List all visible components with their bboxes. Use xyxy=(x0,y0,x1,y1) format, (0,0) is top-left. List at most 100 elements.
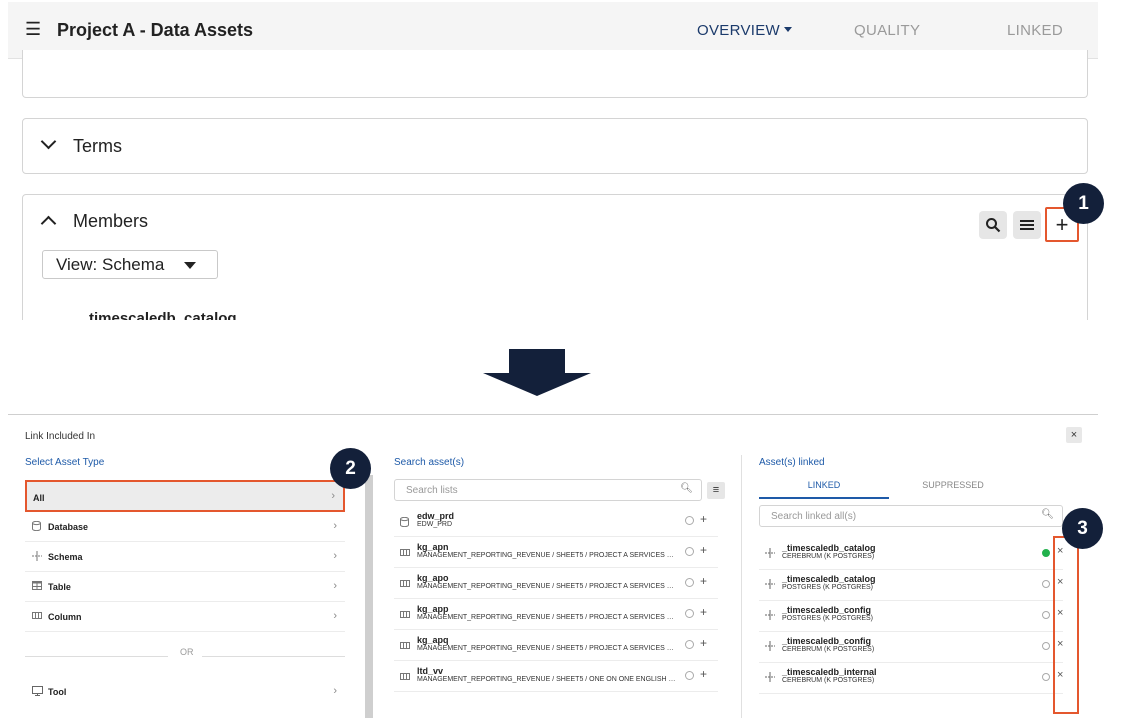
tab-quality[interactable]: QUALITY xyxy=(854,22,920,39)
search-icon: 🔍︎ xyxy=(680,483,693,494)
asset-type-label: Column xyxy=(48,612,82,622)
linked-row[interactable]: _timescaledb_catalog POSTGRES (K POSTGRE… xyxy=(759,570,1063,601)
schema-icon xyxy=(765,610,775,623)
asset-type-label: Database xyxy=(48,522,89,532)
monitor-icon xyxy=(32,686,43,699)
assets-linked-heading: Asset(s) linked xyxy=(759,457,825,468)
list-options-button[interactable]: ≡ xyxy=(707,482,725,499)
list-view-button[interactable] xyxy=(1013,211,1041,239)
chevron-down-icon[interactable] xyxy=(40,133,57,150)
linked-row[interactable]: _timescaledb_config CEREBRUM (K POSTGRES… xyxy=(759,632,1063,663)
page-title: Project A - Data Assets xyxy=(57,20,254,40)
search-icon: 🔍︎ xyxy=(1041,509,1054,520)
linked-row[interactable]: _timescaledb_internal CEREBRUM (K POSTGR… xyxy=(759,663,1063,694)
members-section: Members + View: Schema timescaledb_catal… xyxy=(22,194,1088,320)
asset-row[interactable]: kg_app MANAGEMENT_REPORTING_REVENUE / SH… xyxy=(394,600,718,630)
column-icon xyxy=(400,641,410,651)
asset-type-table[interactable]: Table › xyxy=(25,572,345,602)
asset-name: kg_apo xyxy=(417,573,449,583)
tab-linked[interactable]: LINKED xyxy=(759,477,889,499)
asset-page-panel: ☰ Project A - Data Assets OVERVIEW QUALI… xyxy=(8,0,1098,320)
column-icon xyxy=(400,672,410,682)
asset-row[interactable]: ltd_vv MANAGEMENT_REPORTING_REVENUE / SH… xyxy=(394,662,718,692)
add-icon[interactable]: + xyxy=(700,636,707,650)
scrollbar[interactable] xyxy=(365,475,373,718)
database-icon xyxy=(400,516,409,529)
add-icon[interactable]: + xyxy=(700,605,707,619)
list-icon xyxy=(1020,220,1034,230)
schema-icon xyxy=(32,551,42,564)
asset-path: EDW_PRD xyxy=(417,521,453,528)
asset-row[interactable]: kg_apn MANAGEMENT_REPORTING_REVENUE / SH… xyxy=(394,538,718,568)
check-circle-icon xyxy=(1042,549,1050,557)
linked-name: _timescaledb_config xyxy=(782,605,872,615)
dialog-title: Link Included In xyxy=(25,431,96,442)
linked-path: CEREBRUM (K POSTGRES) xyxy=(782,553,875,560)
column-divider xyxy=(741,455,742,718)
asset-name: edw_prd xyxy=(417,511,455,521)
linked-name: _timescaledb_catalog xyxy=(782,543,876,553)
chevron-right-icon: › xyxy=(333,520,337,532)
asset-path: MANAGEMENT_REPORTING_REVENUE / SHEET5 / … xyxy=(417,614,679,621)
select-radio[interactable] xyxy=(685,516,694,525)
search-assets-heading: Search asset(s) xyxy=(394,457,465,468)
column-icon xyxy=(400,579,410,589)
step-badge-2: 2 xyxy=(330,448,371,489)
status-circle-icon xyxy=(1042,642,1050,650)
linked-path: CEREBRUM (K POSTGRES) xyxy=(782,646,875,653)
tab-overview[interactable]: OVERVIEW xyxy=(697,22,780,39)
chevron-down-icon[interactable] xyxy=(784,27,792,32)
step-badge-1: 1 xyxy=(1063,183,1104,224)
asset-type-database[interactable]: Database › xyxy=(25,512,345,542)
terms-section[interactable]: Terms xyxy=(22,118,1088,174)
asset-type-all[interactable]: All › xyxy=(25,480,345,512)
select-radio[interactable] xyxy=(685,609,694,618)
select-radio[interactable] xyxy=(685,547,694,556)
menu-icon[interactable]: ☰ xyxy=(25,20,41,38)
add-icon[interactable]: + xyxy=(700,543,707,557)
asset-path: MANAGEMENT_REPORTING_REVENUE / SHEET5 / … xyxy=(417,552,679,559)
asset-path: MANAGEMENT_REPORTING_REVENUE / SHEET5 / … xyxy=(417,583,679,590)
select-radio[interactable] xyxy=(685,640,694,649)
linked-name: _timescaledb_internal xyxy=(782,667,877,677)
asset-name: kg_apn xyxy=(417,542,449,552)
asset-row[interactable]: edw_prd EDW_PRD + xyxy=(394,507,718,537)
search-lists-placeholder: Search lists xyxy=(406,485,458,496)
asset-type-column[interactable]: Column › xyxy=(25,602,345,632)
asset-name: kg_app xyxy=(417,604,449,614)
add-icon[interactable]: + xyxy=(700,574,707,588)
select-radio[interactable] xyxy=(685,578,694,587)
asset-type-label: Tool xyxy=(48,687,67,697)
linked-name: _timescaledb_config xyxy=(782,636,872,646)
tab-suppressed[interactable]: SUPPRESSED xyxy=(893,477,1013,493)
asset-row[interactable]: kg_apq MANAGEMENT_REPORTING_REVENUE / SH… xyxy=(394,631,718,661)
close-button[interactable]: × xyxy=(1066,427,1082,443)
column-icon xyxy=(400,548,410,558)
chevron-right-icon: › xyxy=(333,580,337,592)
add-icon[interactable]: + xyxy=(700,512,707,526)
search-button[interactable] xyxy=(979,211,1007,239)
member-item[interactable]: timescaledb_catalog xyxy=(89,310,237,320)
search-linked-input[interactable]: Search linked all(s) 🔍︎ xyxy=(759,505,1063,527)
asset-type-tool[interactable]: Tool › xyxy=(25,677,345,707)
search-lists-input[interactable]: Search lists 🔍︎ xyxy=(394,479,702,501)
select-radio[interactable] xyxy=(685,671,694,680)
schema-icon xyxy=(765,672,775,685)
linked-row[interactable]: _timescaledb_config POSTGRES (K POSTGRES… xyxy=(759,601,1063,632)
asset-type-label: Schema xyxy=(48,552,83,562)
step-badge-3: 3 xyxy=(1062,508,1103,549)
chevron-up-icon[interactable] xyxy=(40,215,57,232)
linked-path: POSTGRES (K POSTGRES) xyxy=(782,615,874,622)
asset-type-schema[interactable]: Schema › xyxy=(25,542,345,572)
asset-path: MANAGEMENT_REPORTING_REVENUE / SHEET5 / … xyxy=(417,645,679,652)
tab-linked[interactable]: LINKED xyxy=(1007,22,1063,39)
chevron-right-icon: › xyxy=(333,610,337,622)
search-icon xyxy=(986,218,1001,233)
linked-row[interactable]: _timescaledb_catalog CEREBRUM (K POSTGRE… xyxy=(759,539,1063,570)
database-icon xyxy=(32,520,41,534)
chevron-right-icon: › xyxy=(333,550,337,562)
add-icon[interactable]: + xyxy=(700,667,707,681)
asset-row[interactable]: kg_apo MANAGEMENT_REPORTING_REVENUE / SH… xyxy=(394,569,718,599)
view-select[interactable]: View: Schema xyxy=(42,250,218,279)
asset-name: kg_apq xyxy=(417,635,449,645)
